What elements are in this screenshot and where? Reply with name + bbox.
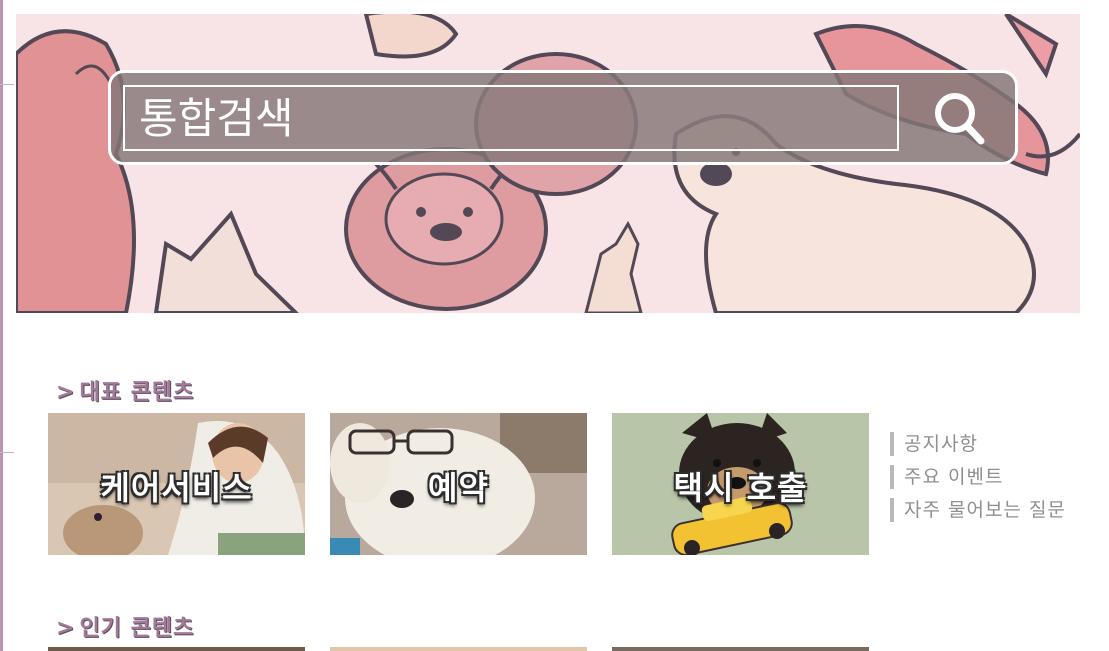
section-title-text: 대표 콘텐츠 — [79, 380, 195, 405]
notice-link[interactable]: 공지사항 — [890, 432, 1100, 456]
section-arrow: > — [56, 380, 76, 405]
search-input[interactable] — [123, 85, 899, 151]
rail-divider — [0, 452, 14, 453]
search-icon — [935, 93, 985, 145]
featured-section-title: > 대표 콘텐츠 — [56, 374, 194, 406]
card-care-service[interactable]: 케어서비스 — [48, 413, 305, 555]
popular-card[interactable] — [330, 647, 587, 651]
card-taxi-call[interactable]: 택시 호출 — [612, 413, 869, 555]
faq-link[interactable]: 자주 물어보는 질문 — [890, 498, 1100, 522]
section-arrow: > — [56, 616, 76, 641]
popular-card[interactable] — [612, 647, 869, 651]
events-link[interactable]: 주요 이벤트 — [890, 465, 1100, 489]
left-rail — [0, 0, 3, 651]
popular-section-title: > 인기 콘텐츠 — [56, 610, 194, 642]
card-label: 케어서비스 — [100, 469, 253, 507]
section-title-text: 인기 콘텐츠 — [79, 616, 195, 641]
card-label: 택시 호출 — [673, 469, 808, 507]
card-reservation[interactable]: 예약 — [330, 413, 587, 555]
search-button[interactable] — [921, 83, 997, 153]
side-links: 공지사항 주요 이벤트 자주 물어보는 질문 — [890, 432, 1100, 531]
popular-card[interactable] — [48, 647, 305, 651]
rail-divider — [0, 84, 14, 85]
card-label: 예약 — [428, 469, 489, 507]
page: >대표 콘텐츠 케어서비스 예약 — [0, 0, 1109, 651]
hero-banner — [16, 14, 1080, 313]
search-bar — [108, 70, 1018, 165]
